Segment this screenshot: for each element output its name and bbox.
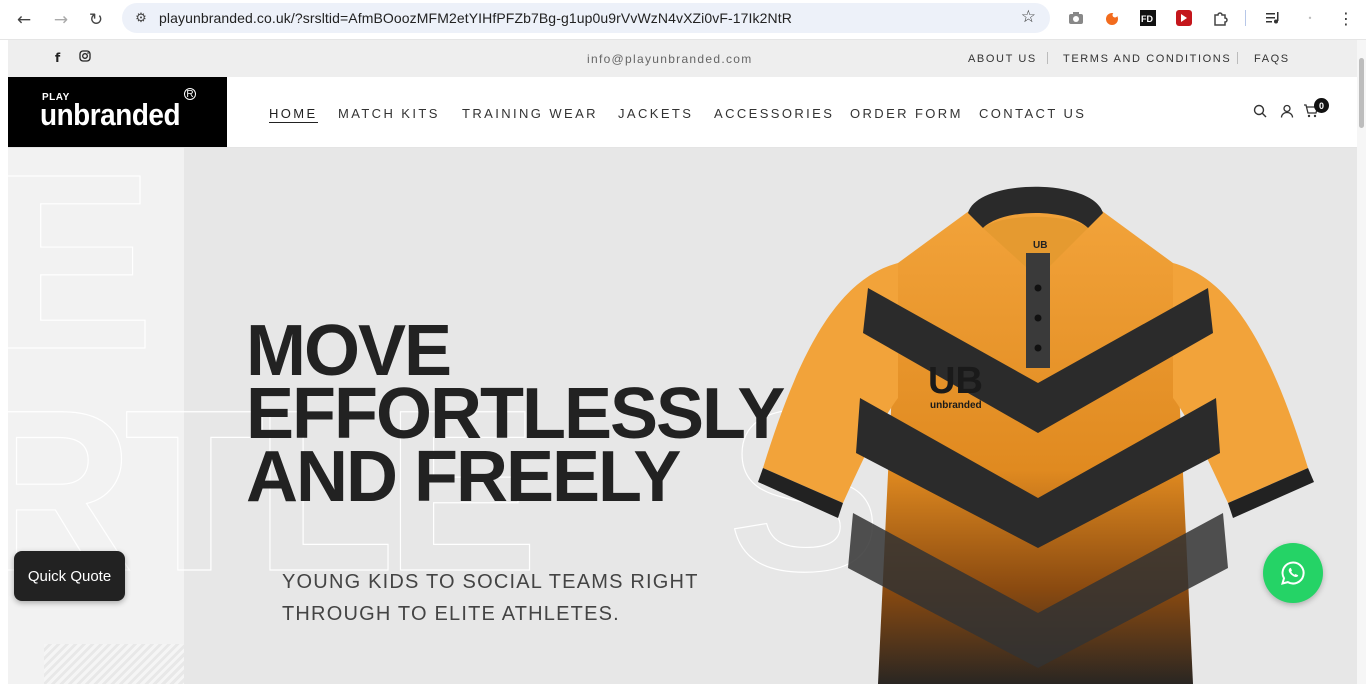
nav-training-wear[interactable]: TRAINING WEAR bbox=[462, 106, 598, 121]
svg-text:FD: FD bbox=[1141, 14, 1153, 24]
top-info-bar: f info@playunbranded.com ABOUT US TERMS … bbox=[8, 40, 1357, 77]
nav-jackets[interactable]: JACKETS bbox=[618, 106, 693, 121]
website: f info@playunbranded.com ABOUT US TERMS … bbox=[8, 40, 1357, 684]
terms-link[interactable]: TERMS AND CONDITIONS bbox=[1063, 53, 1231, 65]
faqs-link[interactable]: FAQS bbox=[1254, 53, 1290, 65]
headline-line-3: AND FREELY bbox=[246, 437, 681, 517]
bookmark-star-icon[interactable]: ☆ bbox=[1021, 7, 1036, 27]
hero-subtext: YOUNG KIDS TO SOCIAL TEAMS RIGHT THROUGH… bbox=[282, 566, 699, 630]
profile-icon[interactable]: • bbox=[1300, 8, 1320, 28]
menu-icon[interactable]: ⋮ bbox=[1336, 8, 1356, 28]
back-icon[interactable]: ← bbox=[11, 7, 37, 33]
instagram-icon[interactable] bbox=[79, 50, 91, 65]
facebook-icon[interactable]: f bbox=[55, 51, 60, 65]
subtext-line-2: THROUGH TO ELITE ATHLETES. bbox=[282, 603, 620, 625]
main-header: PLAY unbranded R HOME MATCH KITS TRAININ… bbox=[8, 77, 1357, 148]
nav-contact-us[interactable]: CONTACT US bbox=[979, 106, 1086, 121]
hero-headline: MOVE EFFORTLESSLY AND FREELY bbox=[246, 315, 785, 517]
search-icon[interactable] bbox=[1253, 104, 1267, 122]
scrollbar-track[interactable] bbox=[1357, 40, 1366, 684]
toolbar-divider bbox=[1245, 10, 1246, 26]
registered-mark: R bbox=[184, 88, 196, 100]
logo-main-text: unbranded bbox=[40, 97, 181, 132]
scrollbar-thumb[interactable] bbox=[1359, 58, 1364, 128]
nav-order-form[interactable]: ORDER FORM bbox=[850, 106, 963, 121]
nav-match-kits[interactable]: MATCH KITS bbox=[338, 106, 440, 121]
browser-toolbar: ← → ↻ ⚙ playunbranded.co.uk/?srsltid=Afm… bbox=[0, 0, 1366, 40]
extensions-puzzle-icon[interactable] bbox=[1210, 8, 1230, 28]
shirt-badge-text: UB bbox=[928, 360, 983, 402]
reload-icon[interactable]: ↻ bbox=[83, 7, 109, 33]
media-controls-icon[interactable] bbox=[1263, 8, 1283, 28]
whatsapp-icon bbox=[1281, 561, 1305, 585]
cart-count-badge: 0 bbox=[1314, 98, 1329, 113]
collar-label: UB bbox=[1033, 240, 1047, 251]
jersey-image: UB UB unbranded bbox=[758, 186, 1314, 684]
about-us-link[interactable]: ABOUT US bbox=[968, 53, 1037, 65]
shirt-brand-text: unbranded bbox=[930, 400, 982, 411]
divider bbox=[1047, 52, 1048, 64]
forward-icon[interactable]: → bbox=[48, 7, 74, 33]
whatsapp-button[interactable] bbox=[1263, 543, 1323, 603]
extension-fd-icon[interactable]: FD bbox=[1138, 8, 1158, 28]
decorative-hatch bbox=[44, 644, 184, 684]
quick-quote-button[interactable]: Quick Quote bbox=[14, 551, 125, 601]
contact-email[interactable]: info@playunbranded.com bbox=[587, 52, 753, 66]
hero-section: E RTLE SLY bbox=[8, 148, 1357, 684]
extension-orange-icon[interactable] bbox=[1102, 8, 1122, 28]
account-icon[interactable] bbox=[1280, 104, 1294, 122]
subtext-line-1: YOUNG KIDS TO SOCIAL TEAMS RIGHT bbox=[282, 571, 699, 593]
site-logo[interactable]: PLAY unbranded R bbox=[8, 77, 227, 147]
nav-home[interactable]: HOME bbox=[269, 106, 318, 123]
camera-icon[interactable] bbox=[1066, 8, 1086, 28]
url-text[interactable]: playunbranded.co.uk/?srsltid=AfmBOoozMFM… bbox=[159, 10, 792, 26]
site-info-icon[interactable]: ⚙ bbox=[132, 9, 150, 27]
address-bar[interactable]: ⚙ playunbranded.co.uk/?srsltid=AfmBOoozM… bbox=[122, 3, 1050, 33]
divider bbox=[1237, 52, 1238, 64]
nav-accessories[interactable]: ACCESSORIES bbox=[714, 106, 834, 121]
extension-red-icon[interactable] bbox=[1174, 8, 1194, 28]
